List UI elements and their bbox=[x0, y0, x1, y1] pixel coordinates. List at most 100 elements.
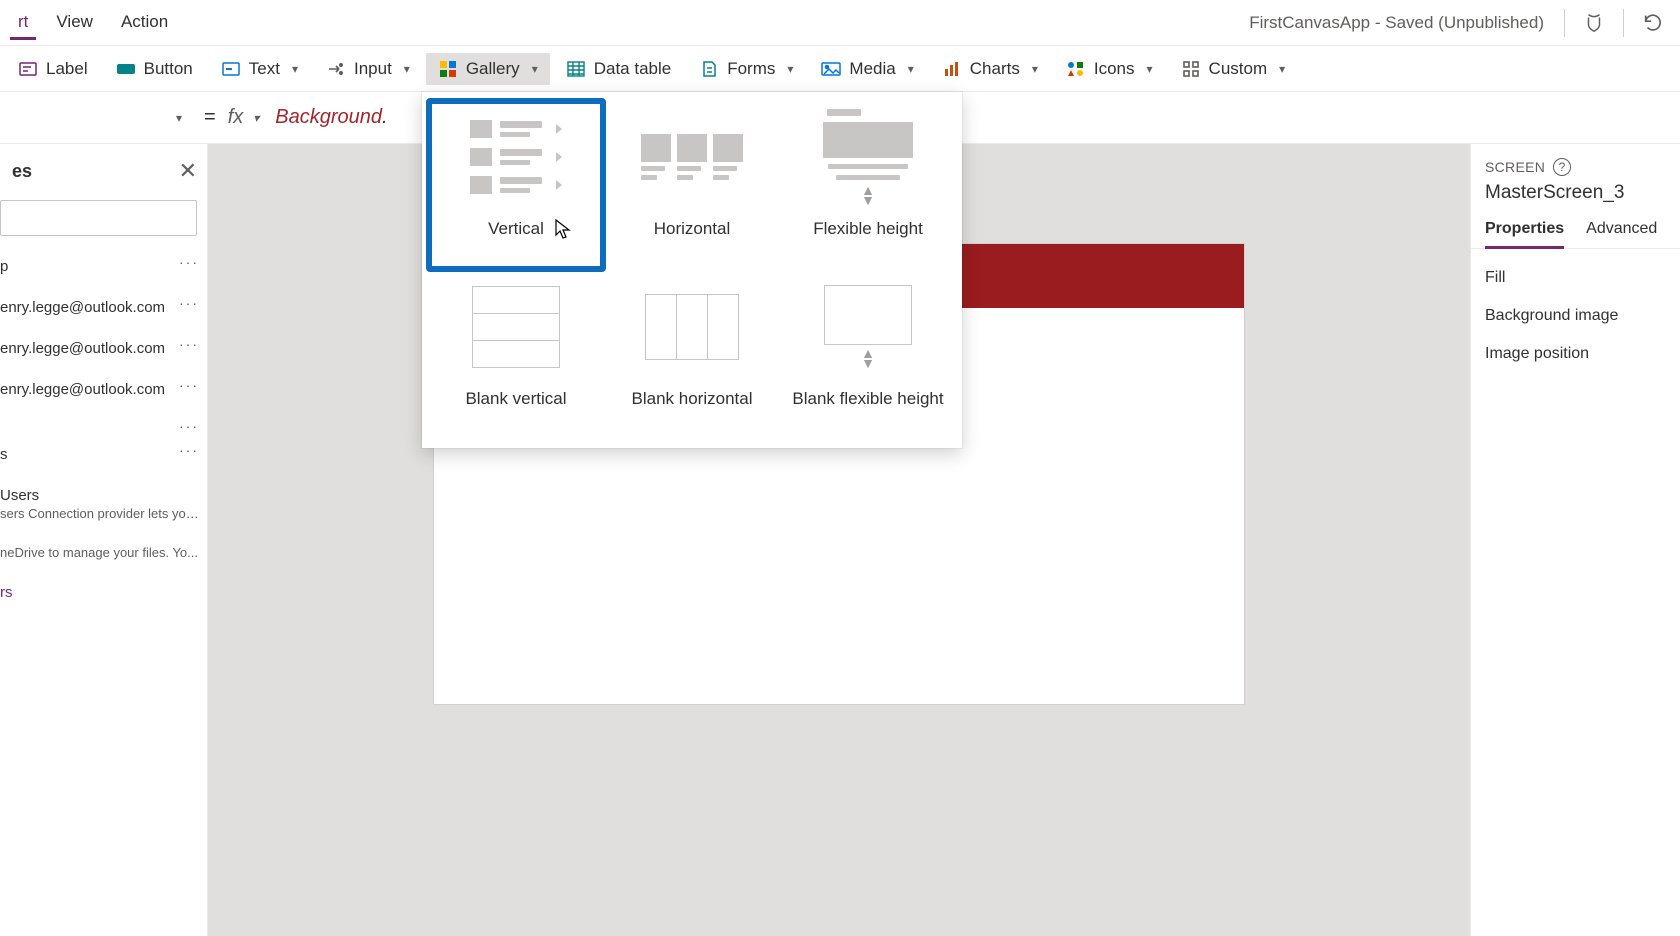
tab-view[interactable]: View bbox=[42, 6, 107, 40]
ribbon-button-button[interactable]: Button bbox=[104, 53, 205, 85]
charts-icon bbox=[942, 59, 962, 79]
gallery-option-flexible-height[interactable]: ▲▼ Flexible height bbox=[780, 100, 956, 270]
more-icon[interactable]: ··· bbox=[179, 442, 199, 458]
list-item-text: rs bbox=[0, 584, 201, 601]
list-item[interactable]: s ··· bbox=[0, 434, 207, 475]
gallery-thumb-horizontal bbox=[638, 106, 746, 208]
gallery-dropdown-menu: Vertical Horizontal ▲▼ Flexible height bbox=[422, 92, 962, 448]
text-icon bbox=[221, 59, 241, 79]
tab-properties[interactable]: Properties bbox=[1485, 214, 1564, 248]
formula-prefix: Background bbox=[275, 106, 382, 128]
chevron-down-icon: ▾ bbox=[1032, 62, 1038, 76]
ribbon-button-text: Button bbox=[144, 59, 193, 79]
gallery-thumb-blank-horizontal bbox=[638, 276, 746, 378]
tab-insert[interactable]: rt bbox=[4, 6, 42, 40]
insert-ribbon: Label Button Text ▾ Input ▾ Gallery ▾ Da… bbox=[0, 46, 1680, 92]
gallery-option-blank-horizontal[interactable]: Blank horizontal bbox=[604, 270, 780, 440]
ribbon-text-text: Text bbox=[249, 59, 280, 79]
gallery-icon bbox=[438, 59, 458, 79]
equals-sign: = bbox=[192, 106, 228, 129]
gallery-thumb-blank-vertical bbox=[462, 276, 570, 378]
list-item[interactable]: rs bbox=[0, 572, 207, 613]
gallery-option-label: Blank horizontal bbox=[632, 388, 753, 434]
ribbon-input-text: Input bbox=[354, 59, 392, 79]
chevron-down-icon: ▾ bbox=[1147, 62, 1153, 76]
list-item[interactable]: enry.legge@outlook.com ··· bbox=[0, 328, 207, 369]
list-item[interactable]: enry.legge@outlook.com ··· bbox=[0, 369, 207, 410]
chevron-down-icon: ▾ bbox=[404, 62, 410, 76]
more-icon[interactable]: ··· bbox=[179, 254, 199, 270]
icons-icon bbox=[1066, 59, 1086, 79]
more-icon[interactable]: ··· bbox=[179, 336, 199, 352]
property-fill[interactable]: Fill bbox=[1471, 259, 1680, 297]
menubar-divider-2 bbox=[1623, 9, 1624, 37]
tab-advanced[interactable]: Advanced bbox=[1586, 214, 1657, 248]
gallery-option-horizontal[interactable]: Horizontal bbox=[604, 100, 780, 270]
gallery-thumb-blank-flexible: ▲▼ bbox=[814, 276, 922, 378]
ribbon-text-button[interactable]: Text ▾ bbox=[209, 53, 310, 85]
ribbon-gallery-button[interactable]: Gallery ▾ bbox=[426, 53, 550, 85]
right-panel-heading: SCREEN bbox=[1485, 159, 1545, 175]
list-item-text: p bbox=[0, 258, 201, 275]
ribbon-gallery-text: Gallery bbox=[466, 59, 520, 79]
formula-suffix: . bbox=[382, 106, 388, 128]
ribbon-label-text: Label bbox=[46, 59, 88, 79]
left-search-input[interactable] bbox=[0, 200, 197, 236]
list-item[interactable]: ··· bbox=[0, 410, 207, 434]
more-icon[interactable]: ··· bbox=[179, 377, 199, 393]
tab-action[interactable]: Action bbox=[107, 6, 182, 40]
button-icon bbox=[116, 59, 136, 79]
list-item[interactable]: neDrive to manage your files. Yo... bbox=[0, 533, 207, 572]
left-panel: es ✕ p ··· enry.legge@outlook.com ··· en… bbox=[0, 144, 208, 936]
more-icon[interactable]: ··· bbox=[179, 295, 199, 311]
ribbon-label-button[interactable]: Label bbox=[6, 53, 100, 85]
app-title: FirstCanvasApp - Saved (Unpublished) bbox=[1249, 13, 1558, 33]
ribbon-forms-button[interactable]: Forms ▾ bbox=[687, 53, 805, 85]
fx-button[interactable]: fx ▾ bbox=[228, 106, 270, 129]
ribbon-custom-button[interactable]: Custom ▾ bbox=[1169, 53, 1298, 85]
gallery-option-blank-flexible-height[interactable]: ▲▼ Blank flexible height bbox=[780, 270, 956, 440]
chevron-down-icon: ▾ bbox=[908, 62, 914, 76]
left-panel-title: es bbox=[12, 161, 32, 182]
cursor-icon bbox=[554, 218, 572, 240]
gallery-option-vertical[interactable]: Vertical bbox=[428, 100, 604, 270]
ribbon-icons-button[interactable]: Icons ▾ bbox=[1054, 53, 1165, 85]
property-background-image[interactable]: Background image bbox=[1471, 297, 1680, 335]
more-icon[interactable]: ··· bbox=[179, 418, 199, 434]
gallery-thumb-flexible: ▲▼ bbox=[814, 106, 922, 208]
ribbon-icons-text: Icons bbox=[1094, 59, 1135, 79]
list-item-text: enry.legge@outlook.com bbox=[0, 340, 201, 357]
gallery-option-label: Horizontal bbox=[654, 218, 731, 264]
property-selector[interactable]: ▾ bbox=[4, 100, 192, 136]
undo-icon[interactable] bbox=[1630, 12, 1676, 34]
ribbon-datatable-button[interactable]: Data table bbox=[554, 53, 684, 85]
ribbon-forms-text: Forms bbox=[727, 59, 775, 79]
ribbon-input-button[interactable]: Input ▾ bbox=[314, 53, 422, 85]
ribbon-charts-text: Charts bbox=[970, 59, 1020, 79]
list-item-text: s bbox=[0, 446, 201, 463]
screen-name-label: MasterScreen_3 bbox=[1471, 178, 1680, 214]
right-panel: SCREEN ? MasterScreen_3 Properties Advan… bbox=[1470, 144, 1680, 936]
gallery-option-blank-vertical[interactable]: Blank vertical bbox=[428, 270, 604, 440]
close-icon[interactable]: ✕ bbox=[179, 158, 197, 184]
left-list: p ··· enry.legge@outlook.com ··· enry.le… bbox=[0, 246, 207, 613]
help-icon[interactable]: ? bbox=[1553, 158, 1571, 176]
ribbon-charts-button[interactable]: Charts ▾ bbox=[930, 53, 1050, 85]
list-item[interactable]: Users sers Connection provider lets you … bbox=[0, 475, 207, 533]
chevron-down-icon: ▾ bbox=[176, 111, 182, 125]
label-icon bbox=[18, 59, 38, 79]
property-image-position[interactable]: Image position bbox=[1471, 335, 1680, 373]
ribbon-media-button[interactable]: Media ▾ bbox=[809, 53, 925, 85]
ribbon-media-text: Media bbox=[849, 59, 895, 79]
media-icon bbox=[821, 59, 841, 79]
gallery-option-label: Flexible height bbox=[813, 218, 923, 264]
list-item[interactable]: enry.legge@outlook.com ··· bbox=[0, 287, 207, 328]
chevron-down-icon: ▾ bbox=[787, 62, 793, 76]
datatable-icon bbox=[566, 59, 586, 79]
chevron-down-icon: ▾ bbox=[292, 62, 298, 76]
list-item-subtext: sers Connection provider lets you ... bbox=[0, 506, 201, 521]
list-item[interactable]: p ··· bbox=[0, 246, 207, 287]
app-checker-icon[interactable] bbox=[1571, 12, 1617, 34]
chevron-down-icon: ▾ bbox=[1279, 62, 1285, 76]
gallery-thumb-vertical bbox=[462, 106, 570, 208]
